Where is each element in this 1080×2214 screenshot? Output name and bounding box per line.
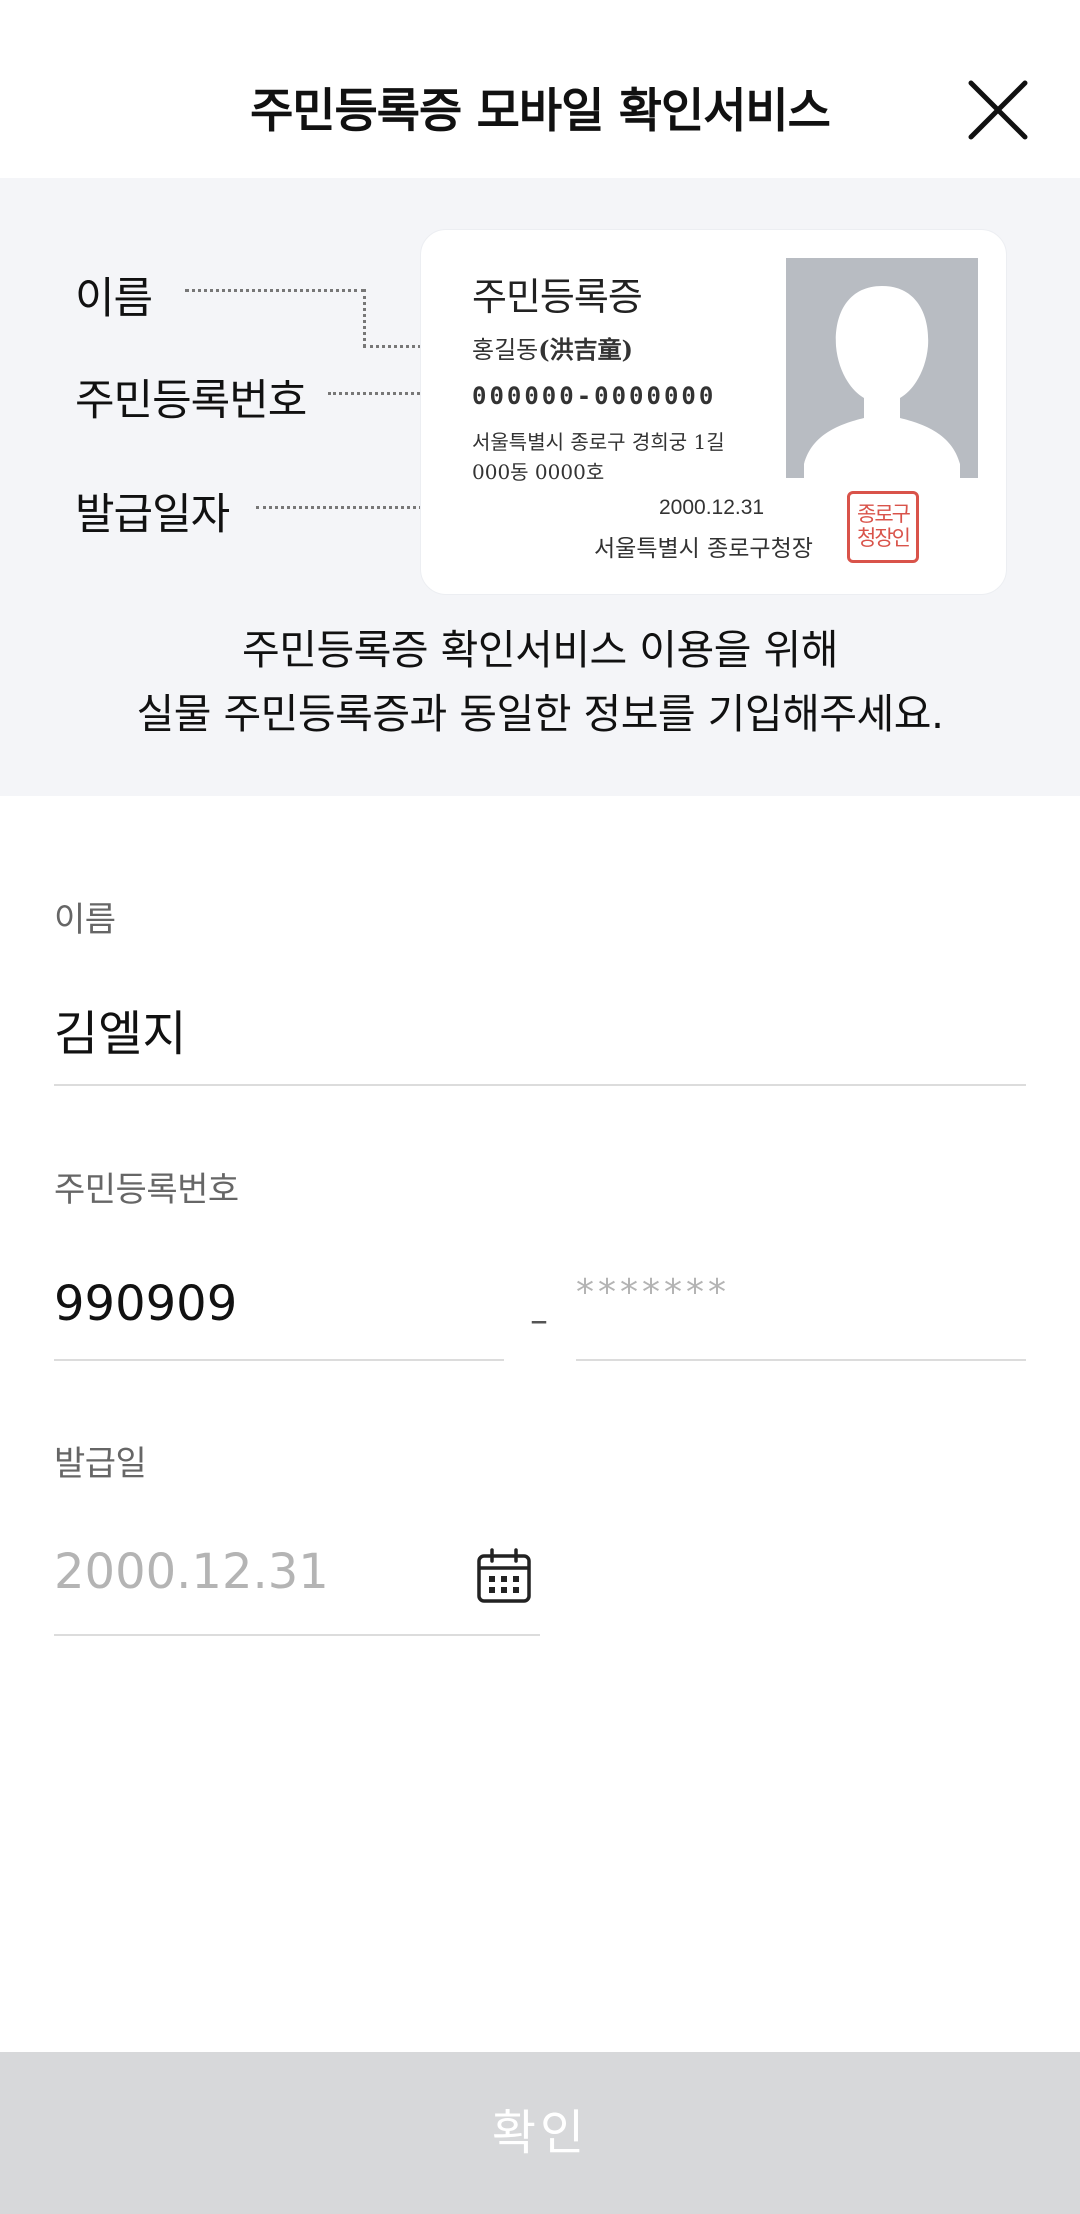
person-silhouette-icon xyxy=(804,286,960,478)
id-card-illustration: 주민등록증 홍길동(洪吉童) 000000-0000000 서울특별시 종로구 … xyxy=(420,229,1007,595)
card-address-line2: 000동 0000호 xyxy=(472,460,605,484)
issue-date-label: 발급일 xyxy=(54,1444,147,1484)
guide-label-rrn: 주민등록번호 xyxy=(75,376,307,426)
name-input-underline xyxy=(54,1084,1026,1086)
card-name-korean: 홍길동 xyxy=(472,336,539,364)
guide-label-issue-date: 발급일자 xyxy=(75,490,230,540)
card-address-line1: 서울특별시 종로구 경희궁 1길 xyxy=(472,430,725,454)
calendar-icon xyxy=(477,1548,531,1603)
confirm-button[interactable]: 확인 xyxy=(0,2052,1080,2214)
id-card-guide: 이름 주민등록번호 발급일자 주민등록증 홍길동(洪吉童) 000000-000… xyxy=(0,178,1080,796)
name-input[interactable]: 김엘지 xyxy=(54,994,186,1064)
rrn-separator: – xyxy=(530,1300,548,1341)
guide-description: 주민등록증 확인서비스 이용을 위해 실물 주민등록증과 동일한 정보를 기입해… xyxy=(0,618,1080,746)
page-title: 주민등록증 모바일 확인서비스 xyxy=(250,84,831,139)
card-rrn: 000000-0000000 xyxy=(472,382,717,410)
card-seal-line2: 청장인 xyxy=(857,526,911,550)
guide-description-line1: 주민등록증 확인서비스 이용을 위해 xyxy=(242,626,838,674)
issue-date-underline xyxy=(54,1634,540,1636)
card-issuer: 서울특별시 종로구청장 xyxy=(594,536,813,562)
card-name-hanja: (洪吉童) xyxy=(538,335,633,364)
card-name: 홍길동(洪吉童) xyxy=(472,330,633,365)
card-title: 주민등록증 xyxy=(472,275,643,319)
leader-line-name xyxy=(185,289,365,292)
rrn-front-underline xyxy=(54,1359,504,1361)
guide-description-line2: 실물 주민등록증과 동일한 정보를 기입해주세요. xyxy=(136,690,944,738)
rrn-label: 주민등록번호 xyxy=(54,1170,239,1210)
card-seal: 종로구 청장인 xyxy=(847,491,919,563)
rrn-back-underline xyxy=(576,1359,1026,1361)
leader-line-name-drop xyxy=(363,289,366,347)
card-issue-date: 2000.12.31 xyxy=(659,496,765,519)
calendar-button[interactable] xyxy=(476,1548,532,1604)
close-button[interactable] xyxy=(956,68,1040,152)
rrn-front-input[interactable]: 990909 xyxy=(54,1276,237,1332)
issue-date-input[interactable]: 2000.12.31 xyxy=(54,1544,329,1600)
name-label: 이름 xyxy=(54,900,116,940)
guide-label-name: 이름 xyxy=(75,274,153,324)
card-photo xyxy=(786,258,978,478)
header: 주민등록증 모바일 확인서비스 xyxy=(0,0,1080,178)
card-seal-line1: 종로구 xyxy=(857,502,911,526)
close-icon xyxy=(968,80,1028,140)
rrn-back-input[interactable]: ******* xyxy=(576,1272,730,1313)
